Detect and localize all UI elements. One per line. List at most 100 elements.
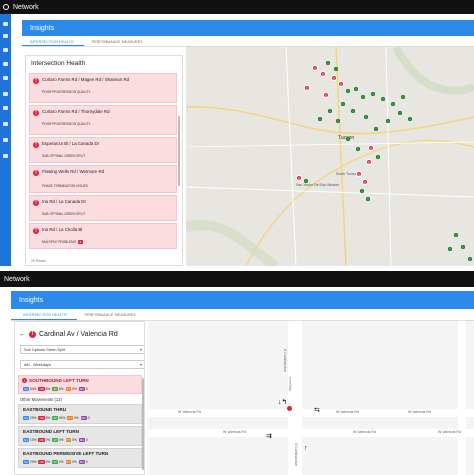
ok-marker[interactable] xyxy=(454,233,458,237)
ok-marker[interactable] xyxy=(381,97,385,101)
metric-pill: AP 34% xyxy=(52,416,65,420)
settings-icon[interactable] xyxy=(3,154,8,158)
tab-intersection-health[interactable]: INTERSECTION HEALTH xyxy=(11,309,77,320)
map-label: South Tucson xyxy=(336,172,358,176)
movement-card[interactable]: EASTBOUND PERMISSIVE LEFT TURN SG 20% OR 0… xyxy=(18,448,142,468)
ok-marker[interactable] xyxy=(364,115,368,119)
alert-marker[interactable]: ! xyxy=(320,71,326,77)
intersection-map[interactable]: W Valencia Rd W Valencia Rd W Valencia R… xyxy=(148,321,474,475)
side-rail xyxy=(0,14,11,266)
metric-key: PT xyxy=(65,387,72,391)
metric-key: SG xyxy=(23,460,30,464)
movement-card[interactable]: EASTBOUND THRU SG 29% OR 8% AP 34% PT 0% MA 0 xyxy=(18,404,142,424)
alert-marker[interactable] xyxy=(287,406,292,411)
ok-marker[interactable] xyxy=(386,119,390,123)
ok-marker[interactable] xyxy=(361,95,365,99)
metric-value: 8% xyxy=(45,416,51,420)
search-icon[interactable] xyxy=(3,92,8,96)
poi-label: Walgreens xyxy=(288,376,292,391)
ok-marker[interactable] xyxy=(360,189,364,193)
ok-marker[interactable] xyxy=(354,87,358,91)
tab-performance-measures[interactable]: PERFORMANCE MEASURES xyxy=(77,309,146,320)
problem-select[interactable]: Sub Optimal Green Split ▾ xyxy=(20,345,144,354)
list-icon[interactable] xyxy=(3,76,8,80)
intersection-card[interactable]: ! Ina Rd / La Cholla Bl MULTIPLE PROBLEM… xyxy=(29,223,177,249)
movement-name: SOUTHBOUND LEFT TURN xyxy=(29,378,89,383)
tab-intersection-health[interactable]: INTERSECTION HEALTH xyxy=(22,36,84,46)
chevron-down-icon: ▾ xyxy=(139,347,142,352)
ok-marker[interactable] xyxy=(468,257,472,261)
metric-key: OR xyxy=(38,416,45,420)
app-title: Network xyxy=(4,275,30,283)
map-roads xyxy=(186,47,474,266)
intersection-card[interactable]: ! Flowing Wells Rd / Wetmore Rd PHASE TE… xyxy=(29,165,177,193)
northbound-arrow-icon[interactable]: ↑ xyxy=(304,445,308,452)
ok-marker[interactable] xyxy=(374,127,378,131)
ok-marker[interactable] xyxy=(391,102,395,106)
ok-marker[interactable] xyxy=(408,117,412,121)
metric-key: PT xyxy=(65,438,72,442)
intersection-card[interactable]: ! Ina Rd / La Canada Dr SUB OPTIMAL GREE… xyxy=(29,195,177,221)
ok-marker[interactable] xyxy=(341,102,345,106)
metric-value: 0% xyxy=(45,460,51,464)
ok-marker[interactable] xyxy=(401,95,405,99)
ok-marker[interactable] xyxy=(346,137,350,141)
metric-key: SG xyxy=(23,416,30,420)
alert-marker[interactable]: ! xyxy=(338,81,344,87)
ok-marker[interactable] xyxy=(346,89,350,93)
metric-pill: AP 0% xyxy=(52,438,64,442)
metric-pill: OR 8% xyxy=(38,387,50,391)
metric-pill: MA 0 xyxy=(78,438,88,442)
panel-scrollbar[interactable] xyxy=(178,116,180,186)
intersection-status: SUB OPTIMAL GREEN SPLIT xyxy=(42,212,86,216)
ok-marker[interactable] xyxy=(336,119,340,123)
ok-marker[interactable] xyxy=(366,197,370,201)
movement-card[interactable]: EASTBOUND LEFT TURN SG 10% OR 0% AP 0% PT 0%… xyxy=(18,426,142,446)
intersection-card[interactable]: ! Esperanza Bl / La Canada Dr SUB OPTIMA… xyxy=(29,137,177,163)
westbound-arrow-icon[interactable]: ⇆ xyxy=(314,407,320,414)
ok-marker[interactable] xyxy=(371,92,375,96)
chart-icon[interactable] xyxy=(3,62,8,66)
southbound-left-arrow-icon[interactable]: ↓↰ xyxy=(278,399,287,406)
ok-marker[interactable] xyxy=(398,111,402,115)
bottom-window: Network Insights INTERSECTION HEALTH PER… xyxy=(0,271,474,475)
alert-marker[interactable]: ! xyxy=(296,175,302,181)
grid-icon[interactable] xyxy=(3,34,8,38)
map-icon[interactable] xyxy=(3,48,8,52)
alert-marker[interactable]: ! xyxy=(312,65,318,71)
alert-marker[interactable]: ! xyxy=(366,159,372,165)
network-map[interactable]: Tucson South Tucson San Xavier Del Bac M… xyxy=(186,47,474,266)
home-icon[interactable] xyxy=(3,22,8,26)
ok-marker[interactable] xyxy=(328,109,332,113)
metric-pill: AP 6% xyxy=(52,387,64,391)
tab-performance-measures[interactable]: PERFORMANCE MEASURES xyxy=(84,36,153,46)
ok-marker[interactable] xyxy=(304,179,308,183)
ok-marker[interactable] xyxy=(318,117,322,121)
alert-marker[interactable]: ! xyxy=(331,75,337,81)
alert-marker[interactable]: ! xyxy=(356,171,362,177)
intersection-status: POOR PROGRESSION QUALITY xyxy=(42,122,91,126)
back-arrow-icon[interactable]: ← xyxy=(19,331,26,338)
ok-marker[interactable] xyxy=(334,67,338,71)
ok-marker[interactable] xyxy=(326,61,330,65)
eastbound-arrow-icon[interactable]: ⇉ xyxy=(266,433,272,440)
gear-icon[interactable] xyxy=(3,138,8,142)
alert-icon[interactable] xyxy=(3,122,8,126)
ok-marker[interactable] xyxy=(376,155,380,159)
intersection-card[interactable]: ! Cortaro Farms Rd / Thornydale Rd POOR … xyxy=(29,105,177,135)
alert-marker[interactable]: ! xyxy=(304,85,310,91)
ok-marker[interactable] xyxy=(461,245,465,249)
panel-scrollbar[interactable] xyxy=(142,378,144,470)
alert-marker[interactable]: ! xyxy=(323,92,329,98)
alert-marker[interactable]: ! xyxy=(362,179,368,185)
ok-marker[interactable] xyxy=(351,109,355,113)
road-label: W Valencia Rd xyxy=(178,410,201,414)
ok-marker[interactable] xyxy=(356,147,360,151)
panel-title: Intersection Health xyxy=(31,60,86,67)
flagged-movement-card[interactable]: ! SOUTHBOUND LEFT TURN SG 54% OR 8% AP 6% P… xyxy=(18,375,142,394)
intersection-card[interactable]: ! Cortaro Farms Rd / Magee Rd / Shannon … xyxy=(29,73,177,103)
time-select[interactable]: AM - Weekdays ▾ xyxy=(20,360,144,369)
bolt-icon[interactable] xyxy=(3,106,8,110)
alert-marker[interactable]: ! xyxy=(368,145,374,151)
ok-marker[interactable] xyxy=(448,247,452,251)
